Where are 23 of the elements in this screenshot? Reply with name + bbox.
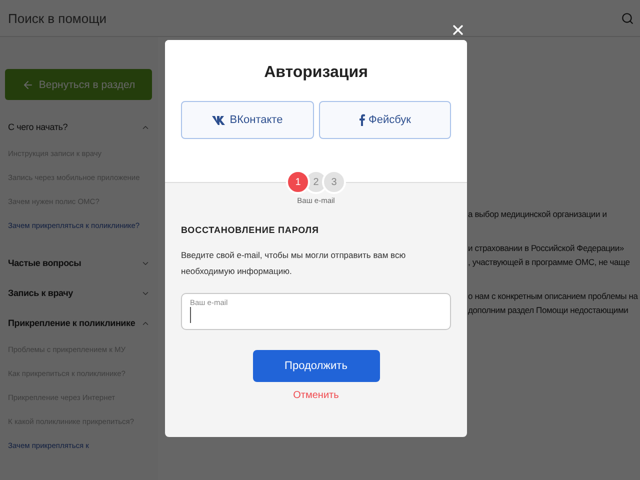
section-heading: ВОССТАНОВЛЕНИЕ ПАРОЛЯ xyxy=(181,225,320,235)
social-login-button[interactable]: Фейсбук xyxy=(318,101,451,139)
close-icon[interactable] xyxy=(450,22,466,38)
arrow-left-icon xyxy=(22,78,34,90)
vk-logo-icon xyxy=(212,116,226,124)
back-button[interactable]: Вернуться в раздел xyxy=(5,69,152,100)
search-field[interactable]: Поиск в помощи xyxy=(6,10,621,26)
article-text: а выбор медицинской организации и xyxy=(468,209,608,219)
search-icon[interactable] xyxy=(621,12,634,24)
article-text: , участвующей в программе ОМС, не чаще xyxy=(468,257,631,267)
article-text: дополним раздел Помощи недостающими xyxy=(468,305,630,315)
cancel-link[interactable]: Отменить xyxy=(293,390,339,401)
social-login-button[interactable]: ВКонтакте xyxy=(181,101,314,139)
facebook-logo-icon xyxy=(358,114,364,126)
section-title[interactable]: Прикрепление к поликлинике xyxy=(8,318,136,328)
section-title[interactable]: Частые вопросы xyxy=(8,258,82,268)
article-text: о нам с конкретным описанием проблемы на xyxy=(468,291,639,301)
section-title[interactable]: С чего начать? xyxy=(8,122,68,132)
section-title[interactable]: Запись к врачу xyxy=(8,288,73,298)
article-text: и страховании в Российской Федерации» xyxy=(468,243,625,253)
description-text: Введите свой e-mail, чтобы мы могли отправить вам всю необходимую информацию. xyxy=(181,249,407,278)
dialog-title: Авторизация xyxy=(264,64,368,82)
continue-button[interactable]: Продолжить xyxy=(252,350,380,382)
